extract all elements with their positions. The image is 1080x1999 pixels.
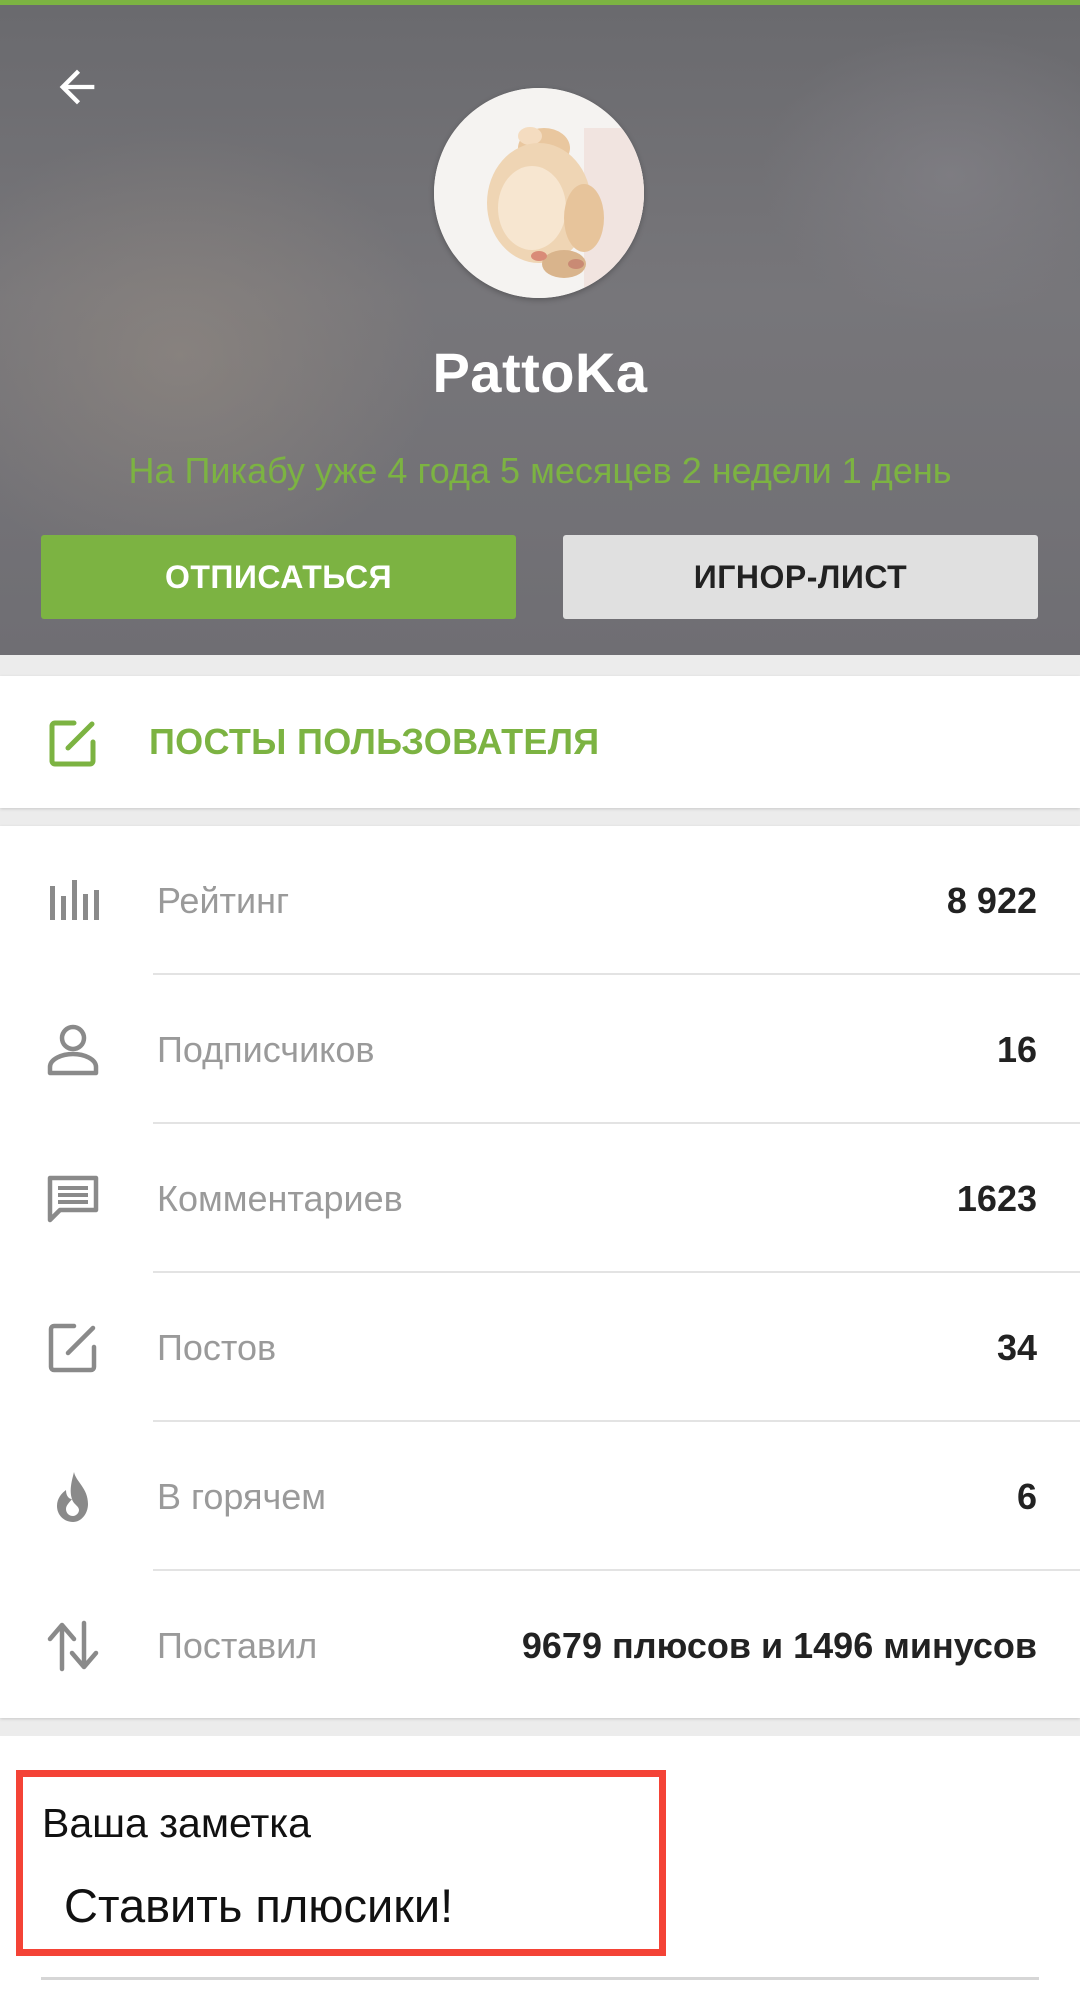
- profile-screen: PattoKa На Пикабу уже 4 года 5 месяцев 2…: [0, 0, 1080, 1999]
- unsubscribe-button[interactable]: ОТПИСАТЬСЯ: [41, 535, 516, 619]
- stat-label: В горячем: [157, 1475, 327, 1517]
- stat-label: Подписчиков: [157, 1028, 375, 1070]
- avatar[interactable]: [434, 88, 644, 298]
- back-button[interactable]: [40, 50, 114, 124]
- note-section[interactable]: Ваша заметка Ставить плюсики!: [0, 1736, 1080, 1999]
- stat-value: 8 922: [946, 879, 1037, 921]
- stat-value: 6: [1016, 1475, 1037, 1517]
- stat-label: Комментариев: [157, 1177, 403, 1219]
- stat-label: Постов: [157, 1326, 277, 1368]
- note-field-underline: [41, 1977, 1039, 1980]
- stat-row-votes: Поставил 9679 плюсов и 1496 минусов: [0, 1571, 1080, 1720]
- stat-value: 16: [996, 1028, 1037, 1070]
- stats-list: Рейтинг 8 922 Подписчиков 16 Комментарие…: [0, 826, 1080, 1718]
- stat-value: 34: [996, 1326, 1037, 1368]
- bar-chart-icon: [50, 880, 99, 920]
- user-posts-link[interactable]: ПОСТЫ ПОЛЬЗОВАТЕЛЯ: [0, 676, 1080, 808]
- ignore-list-button[interactable]: ИГНОР-ЛИСТ: [563, 535, 1038, 619]
- stat-label: Рейтинг: [157, 879, 290, 921]
- flame-icon: [57, 1472, 88, 1522]
- profile-header: PattoKa На Пикабу уже 4 года 5 месяцев 2…: [0, 0, 1080, 655]
- stat-label: Поставил: [157, 1624, 318, 1666]
- stat-row-posts: Постов 34: [0, 1273, 1080, 1422]
- person-icon: [47, 1024, 99, 1076]
- note-title: Ваша заметка: [42, 1800, 311, 1846]
- stat-row-subscribers: Подписчиков 16: [0, 975, 1080, 1124]
- user-posts-label: ПОСТЫ ПОЛЬЗОВАТЕЛЯ: [149, 721, 600, 762]
- stat-value: 1623: [956, 1177, 1037, 1219]
- avatar-image: [434, 88, 644, 298]
- comment-icon: [47, 1175, 99, 1223]
- edit-icon: [49, 720, 96, 767]
- edit-icon: [48, 1323, 97, 1373]
- stat-row-rating: Рейтинг 8 922: [0, 826, 1080, 975]
- swap-vertical-icon: [47, 1620, 99, 1672]
- member-since-text: На Пикабу уже 4 года 5 месяцев 2 недели …: [128, 450, 952, 491]
- arrow-left-icon: [59, 69, 95, 105]
- stat-row-comments: Комментариев 1623: [0, 1124, 1080, 1273]
- note-text[interactable]: Ставить плюсики!: [64, 1878, 453, 1933]
- stat-value: 9679 плюсов и 1496 минусов: [521, 1624, 1037, 1666]
- header-background-blur-right: [760, 25, 1080, 325]
- username: PattoKa: [432, 341, 648, 404]
- stat-row-hot: В горячем 6: [0, 1422, 1080, 1571]
